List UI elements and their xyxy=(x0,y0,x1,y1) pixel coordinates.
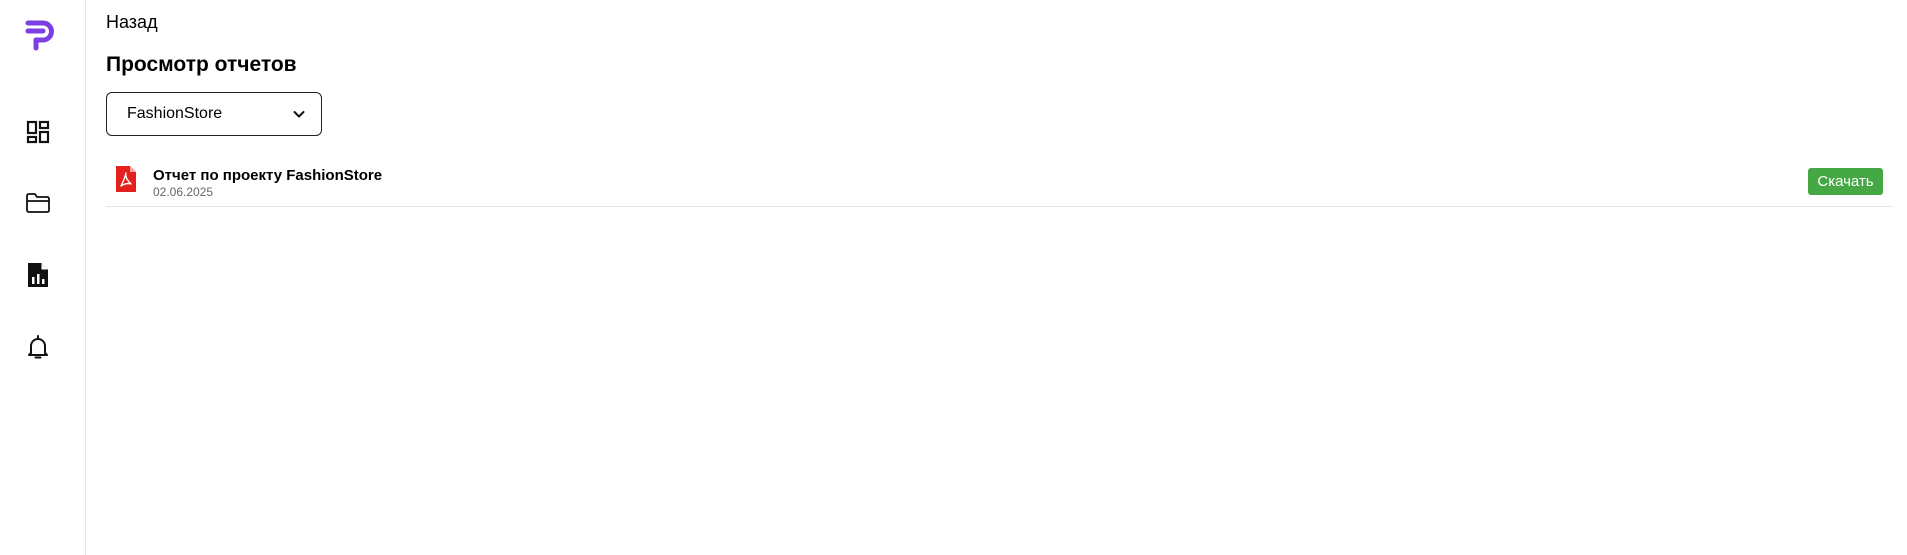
page-title: Просмотр отчетов xyxy=(106,53,297,76)
bell-icon xyxy=(28,335,48,359)
sidebar-item-projects[interactable] xyxy=(23,188,53,218)
sidebar-item-notifications[interactable] xyxy=(23,332,53,362)
sidebar-item-reports[interactable] xyxy=(23,260,53,290)
logo[interactable] xyxy=(24,18,58,52)
project-select[interactable]: FashionStore xyxy=(106,92,322,136)
report-name: Отчет по проекту FashionStore xyxy=(153,167,383,184)
report-date: 02.06.2025 xyxy=(153,185,214,199)
project-select-value: FashionStore xyxy=(127,105,223,122)
sidebar xyxy=(0,0,86,555)
logo-icon xyxy=(25,20,54,51)
report-document-icon xyxy=(28,263,48,287)
report-row: Отчет по проекту FashionStore 02.06.2025… xyxy=(106,160,1893,207)
folder-icon xyxy=(26,193,50,213)
download-button[interactable]: Скачать xyxy=(1808,168,1883,195)
sidebar-item-dashboard[interactable] xyxy=(23,117,53,147)
back-link[interactable]: Назад xyxy=(106,12,158,33)
pdf-icon xyxy=(116,166,136,192)
chevron-down-icon xyxy=(293,111,305,118)
dashboard-icon xyxy=(26,120,50,144)
